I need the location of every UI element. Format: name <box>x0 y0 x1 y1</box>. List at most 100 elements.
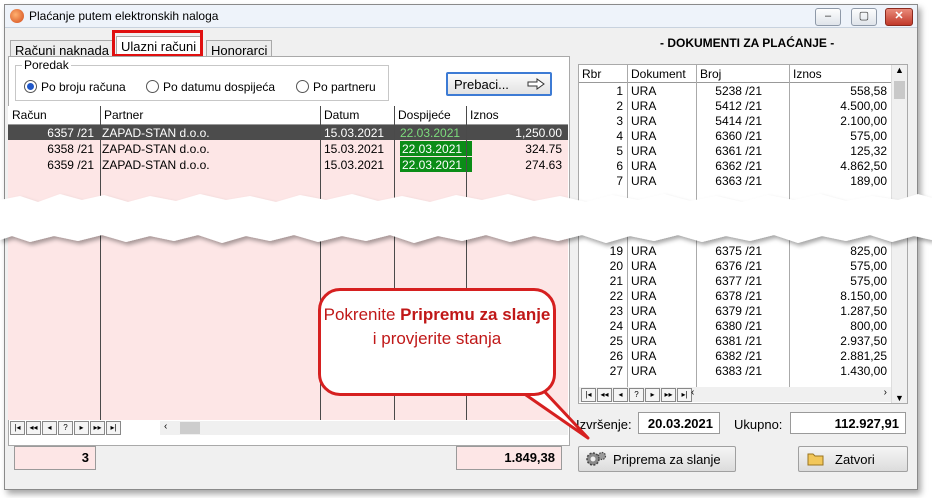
radio-icon <box>146 80 159 93</box>
list-item[interactable]: 27 URA 6383 /21 1.430,00 <box>579 363 891 378</box>
cell-broj: 5412 /21 <box>715 99 762 113</box>
cell-broj: 6360 /21 <box>715 129 762 143</box>
cell-broj: 6379 /21 <box>715 304 762 318</box>
cell-rbr: 1 <box>616 84 623 98</box>
callout-bold-text: Pripremu za slanje <box>400 305 551 324</box>
cell-datum: 15.03.2021 <box>324 126 385 140</box>
header-partner[interactable]: Partner <box>104 108 143 122</box>
cell-dokument: URA <box>631 144 657 158</box>
cell-iznos: 575,00 <box>850 274 887 288</box>
next-record-button[interactable]: ▸ <box>645 388 660 402</box>
list-item[interactable]: 1 URA 5238 /21 558,58 <box>579 83 891 98</box>
torn-paper-divider <box>0 194 932 243</box>
cell-dokument: URA <box>631 319 657 333</box>
cell-broj: 6362 /21 <box>715 159 762 173</box>
radio-selected-icon <box>24 80 37 93</box>
first-record-button[interactable]: |◂ <box>10 421 25 435</box>
cell-rbr: 24 <box>609 319 623 333</box>
cell-rbr: 2 <box>616 99 623 113</box>
list-item[interactable]: 2 URA 5412 /21 4.500,00 <box>579 98 891 113</box>
scroll-down-icon[interactable]: ▼ <box>895 393 904 403</box>
prev-page-button[interactable]: ◂◂ <box>26 421 41 435</box>
header-dokument[interactable]: Dokument <box>631 67 686 81</box>
cell-racun: 6357 /21 <box>47 126 94 140</box>
zatvori-button[interactable]: Zatvori <box>798 446 908 472</box>
cell-racun: 6358 /21 <box>47 142 94 156</box>
cell-rbr: 21 <box>609 274 623 288</box>
header-broj[interactable]: Broj <box>700 67 721 81</box>
scroll-right-icon[interactable]: › <box>884 387 887 398</box>
list-item[interactable]: 6 URA 6362 /21 4.862,50 <box>579 158 891 173</box>
table-row[interactable]: 6357 /21 ZAPAD-STAN d.o.o. 15.03.2021 22… <box>8 125 568 140</box>
scroll-up-icon[interactable]: ▲ <box>895 65 904 75</box>
folder-icon <box>807 453 824 466</box>
scroll-thumb[interactable] <box>180 422 200 434</box>
list-item[interactable]: 21 URA 6377 /21 575,00 <box>579 273 891 288</box>
prebaci-button[interactable]: Prebaci... <box>446 72 552 96</box>
header-iznos[interactable]: Iznos <box>470 108 499 122</box>
zatvori-label: Zatvori <box>835 452 875 467</box>
prev-record-button[interactable]: ◂ <box>42 421 57 435</box>
table-row[interactable]: 6359 /21 ZAPAD-STAN d.o.o. 15.03.2021 22… <box>8 157 568 172</box>
cell-broj: 6377 /21 <box>715 274 762 288</box>
radio-po-broju-racuna[interactable]: Po broju računa <box>24 80 126 94</box>
radio-label: Po partneru <box>313 80 376 94</box>
cell-dokument: URA <box>631 364 657 378</box>
table-row[interactable]: 6358 /21 ZAPAD-STAN d.o.o. 15.03.2021 22… <box>8 141 568 156</box>
cell-rbr: 23 <box>609 304 623 318</box>
maximize-button[interactable]: ▢ <box>851 8 877 26</box>
column-divider <box>100 106 101 420</box>
list-item[interactable]: 3 URA 5414 /21 2.100,00 <box>579 113 891 128</box>
radio-label: Po broju računa <box>41 80 126 94</box>
cell-rbr: 3 <box>616 114 623 128</box>
cell-iznos: 2.100,00 <box>840 114 887 128</box>
list-item[interactable]: 26 URA 6382 /21 2.881,25 <box>579 348 891 363</box>
cell-iznos: 4.500,00 <box>840 99 887 113</box>
list-item[interactable]: 25 URA 6381 /21 2.937,50 <box>579 333 891 348</box>
list-item[interactable]: 23 URA 6379 /21 1.287,50 <box>579 303 891 318</box>
radio-label: Po datumu dospijeća <box>163 80 276 94</box>
cell-iznos: 2.881,25 <box>840 349 887 363</box>
radio-po-partneru[interactable]: Po partneru <box>296 80 376 94</box>
last-record-button[interactable]: ▸| <box>677 388 692 402</box>
header-rbr[interactable]: Rbr <box>582 67 601 81</box>
list-item[interactable]: 24 URA 6380 /21 800,00 <box>579 318 891 333</box>
cell-iznos: 1,250.00 <box>515 126 562 140</box>
scroll-thumb[interactable] <box>894 81 905 99</box>
next-page-button[interactable]: ▸▸ <box>90 421 105 435</box>
cell-broj: 6380 /21 <box>715 319 762 333</box>
cell-dokument: URA <box>631 349 657 363</box>
cell-iznos: 274.63 <box>525 158 562 172</box>
header-datum[interactable]: Datum <box>324 108 359 122</box>
scroll-left-icon[interactable]: ‹ <box>164 421 167 432</box>
list-item[interactable]: 4 URA 6360 /21 575,00 <box>579 128 891 143</box>
izvrsenje-date-field[interactable]: 20.03.2021 <box>638 412 720 434</box>
tab-highlight-frame <box>112 30 203 57</box>
scroll-left-icon[interactable]: ‹ <box>691 387 694 398</box>
callout-bubble: Pokrenite Pripremu za slanje i provjerit… <box>318 288 556 396</box>
find-button[interactable]: ? <box>629 388 644 402</box>
cell-dokument: URA <box>631 274 657 288</box>
list-item[interactable]: 5 URA 6361 /21 125,32 <box>579 143 891 158</box>
list-item[interactable]: 22 URA 6378 /21 8.150,00 <box>579 288 891 303</box>
header-racun[interactable]: Račun <box>12 108 47 122</box>
cell-iznos: 575,00 <box>850 129 887 143</box>
close-button[interactable]: ✕ <box>885 8 913 26</box>
find-button[interactable]: ? <box>58 421 73 435</box>
list-item[interactable]: 20 URA 6376 /21 575,00 <box>579 258 891 273</box>
minimize-button[interactable]: ‒ <box>815 8 841 26</box>
callout-text-end: i provjerite stanja <box>372 329 502 348</box>
cell-iznos: 324.75 <box>525 142 562 156</box>
next-record-button[interactable]: ▸ <box>74 421 89 435</box>
last-record-button[interactable]: ▸| <box>106 421 121 435</box>
title-bar: Plaćanje putem elektronskih naloga ‒ ▢ ✕ <box>5 5 917 28</box>
sort-group-legend: Poredak <box>22 58 71 72</box>
header-iznos[interactable]: Iznos <box>793 67 822 81</box>
header-dospijece[interactable]: Dospijeće <box>398 108 451 122</box>
next-page-button[interactable]: ▸▸ <box>661 388 676 402</box>
cell-broj: 6381 /21 <box>715 334 762 348</box>
prev-record-button[interactable]: ◂ <box>613 388 628 402</box>
radio-po-datumu-dospijeca[interactable]: Po datumu dospijeća <box>146 80 275 94</box>
cell-dokument: URA <box>631 334 657 348</box>
cell-iznos: 558,58 <box>850 84 887 98</box>
